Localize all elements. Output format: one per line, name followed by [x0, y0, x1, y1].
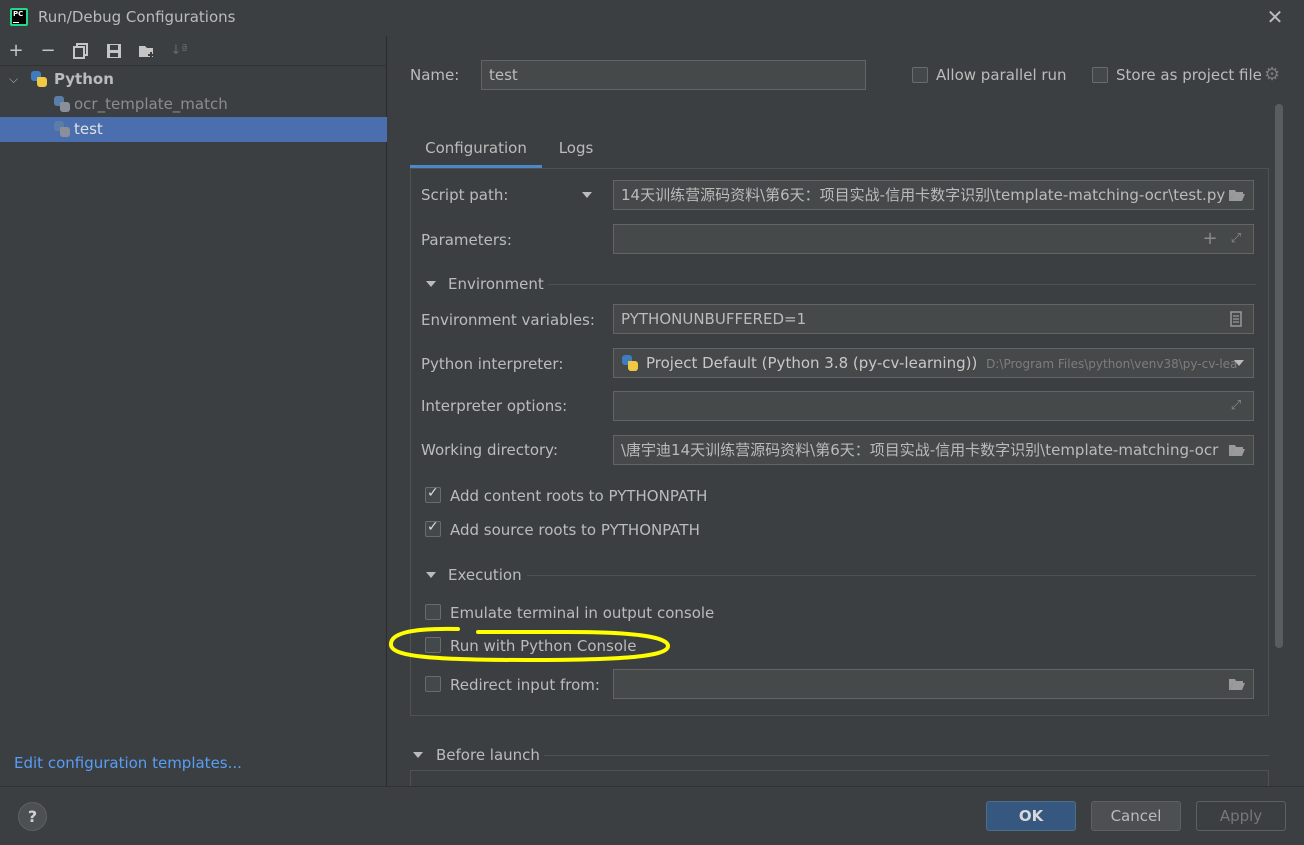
section-divider — [544, 755, 1269, 756]
add-source-roots-label: Add source roots to PYTHONPATH — [450, 521, 700, 539]
yellow-highlight-annotation — [389, 626, 671, 663]
parameters-label: Parameters: — [421, 231, 512, 249]
expand-icon[interactable]: ⤢ — [1225, 392, 1247, 420]
window-title: Run/Debug Configurations — [38, 8, 236, 26]
before-launch-panel — [410, 770, 1269, 786]
python-icon — [31, 71, 47, 87]
save-icon[interactable] — [102, 39, 126, 63]
tree-group-label: Python — [54, 70, 114, 88]
store-as-project-file-checkbox[interactable] — [1092, 67, 1108, 83]
add-content-roots-label: Add content roots to PYTHONPATH — [450, 487, 708, 505]
emulate-terminal-checkbox[interactable] — [425, 604, 441, 620]
name-input[interactable]: test — [481, 60, 866, 90]
configurations-tree-panel — [0, 36, 387, 786]
tab-configuration[interactable]: Configuration — [410, 130, 542, 168]
chevron-down-icon[interactable]: ⌵ — [9, 67, 18, 92]
pycharm-app-icon: PC — [10, 8, 28, 26]
redirect-input-field[interactable] — [613, 669, 1254, 699]
redirect-input-label: Redirect input from: — [450, 676, 600, 694]
tree-group-python[interactable]: ⌵ Python — [0, 67, 387, 92]
before-launch-collapse-icon[interactable] — [413, 752, 423, 758]
execution-section-title[interactable]: Execution — [448, 566, 522, 584]
help-button[interactable]: ? — [18, 802, 47, 831]
section-divider — [548, 284, 1256, 285]
before-launch-section-title[interactable]: Before launch — [436, 746, 540, 764]
remove-icon[interactable]: − — [36, 39, 60, 63]
interpreter-options-input[interactable] — [613, 391, 1254, 421]
folder-open-icon[interactable] — [1226, 436, 1248, 466]
tree-item-test[interactable]: test — [0, 117, 387, 142]
scrollbar-thumb[interactable] — [1275, 104, 1283, 648]
environment-collapse-icon[interactable] — [426, 281, 436, 287]
script-path-label: Script path: — [421, 186, 509, 204]
python-file-icon — [54, 121, 70, 137]
script-path-dropdown-icon[interactable] — [582, 192, 592, 198]
gear-icon[interactable]: ⚙ — [1264, 64, 1280, 85]
store-as-project-file-label: Store as project file — [1116, 66, 1262, 84]
copy-icon[interactable] — [69, 39, 93, 63]
tree-toolbar: + − ↓ª — [0, 36, 387, 66]
python-file-icon — [54, 96, 70, 112]
interpreter-path: D:\Program Files\python\venv38\py-cv-lea — [986, 357, 1238, 371]
allow-parallel-run-checkbox[interactable] — [912, 67, 928, 83]
interpreter-name: Project Default (Python 3.8 (py-cv-learn… — [646, 354, 978, 372]
chevron-down-icon[interactable] — [1234, 360, 1244, 366]
ok-button[interactable]: OK — [986, 801, 1076, 831]
tree-item-label: ocr_template_match — [74, 95, 228, 113]
environment-variables-label: Environment variables: — [421, 311, 595, 329]
expand-icon[interactable]: ⤢ — [1225, 225, 1247, 253]
python-interpreter-label: Python interpreter: — [421, 355, 564, 373]
execution-collapse-icon[interactable] — [426, 572, 436, 578]
tree-item-label: test — [74, 120, 103, 138]
add-icon[interactable]: + — [1199, 225, 1221, 253]
working-directory-input[interactable]: \唐宇迪14天训练营源码资料\第6天：项目实战-信用卡数字识别\template… — [613, 435, 1254, 465]
python-interpreter-select[interactable]: Project Default (Python 3.8 (py-cv-learn… — [613, 348, 1254, 378]
allow-parallel-run-label: Allow parallel run — [936, 66, 1067, 84]
name-label: Name: — [410, 66, 460, 84]
section-divider — [527, 575, 1256, 576]
python-interpreter-icon — [622, 355, 638, 371]
interpreter-options-label: Interpreter options: — [421, 397, 568, 415]
parameters-input[interactable] — [613, 224, 1254, 254]
sort-icon[interactable]: ↓ª — [167, 39, 191, 63]
apply-button[interactable]: Apply — [1196, 801, 1286, 831]
close-icon[interactable]: ✕ — [1265, 6, 1285, 28]
redirect-input-checkbox[interactable] — [425, 676, 441, 692]
add-source-roots-checkbox[interactable] — [425, 519, 441, 537]
new-folder-icon[interactable] — [135, 39, 159, 63]
working-directory-label: Working directory: — [421, 441, 559, 459]
emulate-terminal-label: Emulate terminal in output console — [450, 604, 715, 622]
cancel-button[interactable]: Cancel — [1091, 801, 1181, 831]
add-content-roots-checkbox[interactable] — [425, 485, 441, 503]
folder-open-icon[interactable] — [1226, 181, 1248, 211]
folder-open-icon[interactable] — [1226, 670, 1248, 700]
tab-logs[interactable]: Logs — [548, 130, 604, 168]
script-path-input[interactable]: 14天训练营源码资料\第6天：项目实战-信用卡数字识别\template-mat… — [613, 180, 1254, 210]
document-icon[interactable] — [1225, 305, 1247, 336]
add-icon[interactable]: + — [4, 39, 28, 63]
environment-section-title[interactable]: Environment — [448, 275, 544, 293]
edit-configuration-templates-link[interactable]: Edit configuration templates... — [14, 754, 242, 772]
environment-variables-input[interactable]: PYTHONUNBUFFERED=1 — [613, 304, 1254, 334]
tree-item-ocr-template-match[interactable]: ocr_template_match — [0, 92, 387, 117]
